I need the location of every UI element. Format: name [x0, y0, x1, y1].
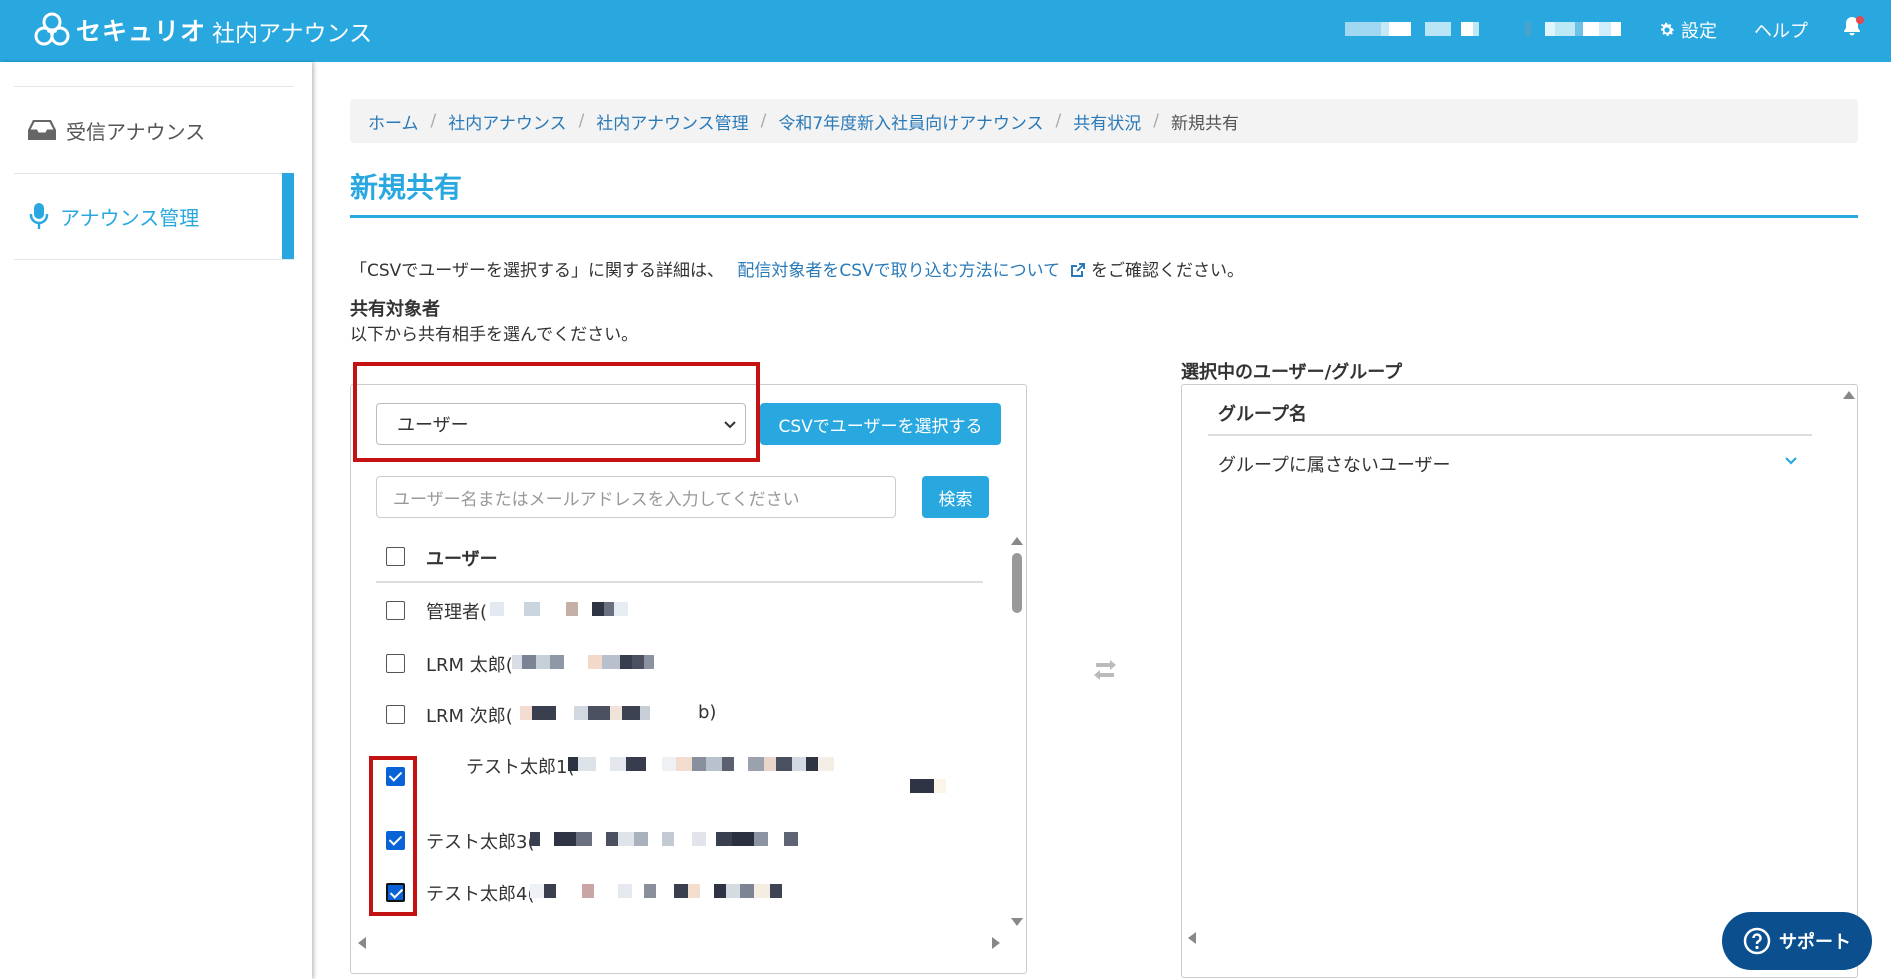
microphone-icon [29, 203, 49, 229]
user-email-mosaic [530, 832, 798, 846]
header-divider [376, 581, 983, 583]
active-indicator [282, 173, 294, 259]
breadcrumb-announcement[interactable]: 社内アナウンス [448, 109, 566, 134]
breadcrumb-current: 新規共有 [1170, 113, 1239, 134]
user-email-mosaic [512, 655, 654, 669]
sidebar-item-received-announcements[interactable]: 受信アナウンス [14, 87, 294, 173]
logo-icon [34, 12, 70, 46]
help-link[interactable]: ヘルプ [1754, 17, 1808, 43]
breadcrumb: ホーム / 社内アナウンス / 社内アナウンス管理 / 令和7年度新入社員向けアナウン… [350, 99, 1858, 143]
user-column-header: ユーザー [426, 549, 498, 570]
notification-badge [1856, 16, 1864, 24]
sidebar-divider [14, 259, 294, 260]
top-header: セキュリオ 社内アナウンス 設定 ヘルプ [0, 0, 1891, 62]
support-label: サポート [1779, 932, 1851, 953]
user-name: LRM 太郎( [426, 655, 513, 676]
scroll-down-arrow-icon[interactable] [1011, 918, 1023, 926]
external-link-icon [1070, 263, 1085, 277]
page-title: 新規共有 [350, 171, 463, 204]
group-header-divider [1208, 434, 1812, 436]
scroll-thumb[interactable] [1012, 553, 1022, 613]
help-label: ヘルプ [1754, 21, 1808, 42]
select-all-checkbox[interactable] [386, 547, 405, 566]
user-checkbox-checked[interactable] [386, 767, 405, 786]
scroll-left-arrow-icon[interactable] [358, 937, 366, 949]
user-email-mosaic [568, 757, 834, 771]
user-email-mosaic [490, 602, 628, 616]
inbox-icon [28, 120, 56, 140]
email-suffix: b) [698, 702, 717, 723]
scroll-up-arrow-icon[interactable] [1011, 537, 1023, 545]
highlight-select-box [353, 362, 760, 462]
scroll-up-arrow-icon[interactable] [1843, 391, 1855, 399]
sidebar-item-announcement-management[interactable]: アナウンス管理 [14, 173, 294, 259]
breadcrumb-announcement-detail[interactable]: 令和7年度新入社員向けアナウンス [778, 109, 1043, 134]
sidebar-item-label: アナウンス管理 [60, 205, 200, 230]
settings-link[interactable]: 設定 [1658, 17, 1717, 43]
help-circle-icon [1743, 927, 1771, 955]
sidebar: 受信アナウンス アナウンス管理 [0, 62, 312, 979]
scroll-left-arrow-icon[interactable] [1188, 932, 1196, 944]
user-list-horizontal-scrollbar[interactable] [352, 932, 1002, 952]
breadcrumb-share-status[interactable]: 共有状況 [1073, 109, 1141, 134]
breadcrumb-home[interactable]: ホーム [368, 109, 419, 134]
user-name: テスト太郎4( [426, 884, 535, 905]
transfer-arrows-icon [1090, 658, 1120, 687]
user-name: テスト太郎3( [426, 832, 535, 853]
title-underline [350, 215, 1858, 218]
user-org-mosaic [1525, 22, 1621, 36]
csv-help-link-label: 配信対象者をCSVで取り込む方法について [737, 261, 1061, 281]
user-checkbox[interactable] [386, 705, 405, 724]
user-email-mosaic [530, 884, 782, 898]
user-list-vertical-scrollbar[interactable] [1007, 535, 1027, 930]
csv-help-note: 「CSVでユーザーを選択する」に関する詳細は、 配信対象者をCSVで取り込む方法… [350, 256, 1244, 281]
breadcrumb-announcement-management[interactable]: 社内アナウンス管理 [596, 109, 748, 134]
brand-name: セキュリオ [76, 17, 207, 46]
user-email-mosaic [520, 706, 658, 720]
user-name: 管理者( [426, 602, 488, 623]
search-button[interactable]: 検索 [922, 476, 989, 518]
user-search-input[interactable]: ユーザー名またはメールアドレスを入力してください [376, 476, 896, 518]
csv-help-link[interactable]: 配信対象者をCSVで取り込む方法について [737, 261, 1091, 281]
chevron-down-icon[interactable] [1782, 452, 1800, 470]
app-name: 社内アナウンス [212, 21, 373, 47]
group-row[interactable]: グループに属さないユーザー [1218, 451, 1451, 477]
user-email-mosaic-line2 [910, 779, 946, 793]
note-suffix: をご確認ください。 [1090, 261, 1244, 281]
share-target-subtext: 以下から共有相手を選んでください。 [350, 325, 639, 345]
share-target-heading: 共有対象者 [350, 299, 440, 320]
note-prefix: 「CSVでユーザーを選択する」に関する詳細は、 [350, 261, 724, 281]
user-name: テスト太郎1( [466, 757, 575, 778]
user-checkbox-checked[interactable] [386, 883, 405, 902]
csv-select-users-button[interactable]: CSVでユーザーを選択する [760, 403, 1001, 445]
notification-button[interactable] [1842, 16, 1864, 38]
group-name-header: グループ名 [1218, 404, 1307, 425]
user-checkbox[interactable] [386, 601, 405, 620]
user-checkbox-checked[interactable] [386, 831, 405, 850]
gear-icon [1660, 22, 1675, 36]
user-checkbox[interactable] [386, 654, 405, 673]
user-name: LRM 次郎( [426, 706, 513, 727]
selected-users-heading: 選択中のユーザー/グループ [1181, 362, 1403, 383]
settings-label: 設定 [1681, 21, 1717, 42]
support-button[interactable]: サポート [1722, 912, 1872, 970]
scroll-right-arrow-icon[interactable] [992, 937, 1000, 949]
user-name-mosaic [1345, 22, 1479, 36]
sidebar-item-label: 受信アナウンス [66, 119, 206, 144]
brand-logo[interactable]: セキュリオ [34, 12, 206, 48]
